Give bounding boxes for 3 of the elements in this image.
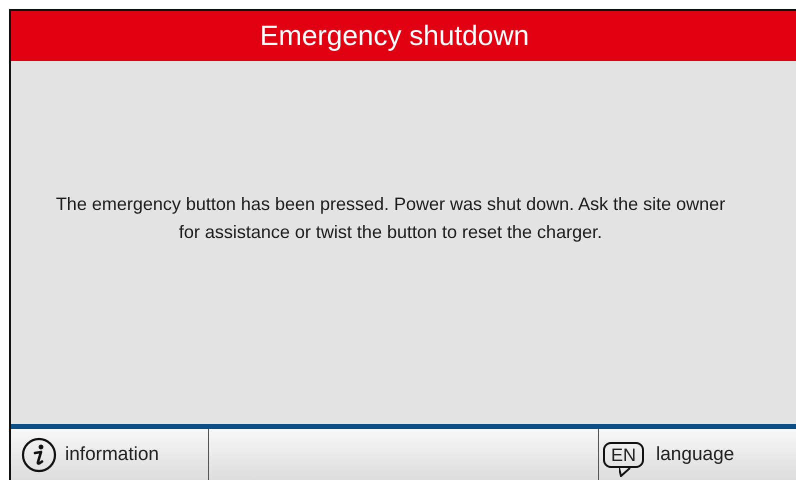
info-icon — [21, 437, 57, 473]
message-text: The emergency button has been pressed. Power was shut down. Ask the site owner for assistance or twist the button to reset the charger. — [54, 192, 726, 244]
screen-title: Emergency shutdown — [260, 20, 530, 52]
